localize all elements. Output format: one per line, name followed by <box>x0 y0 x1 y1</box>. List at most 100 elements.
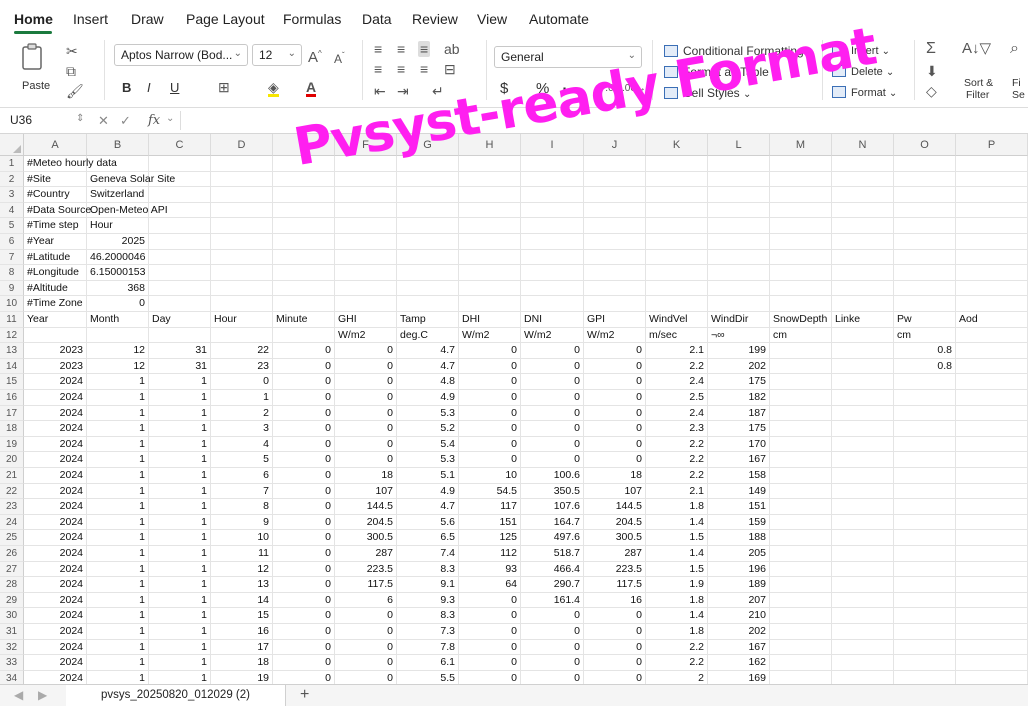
cell-b15[interactable]: 1 <box>87 374 149 390</box>
cell-h16[interactable]: 0 <box>459 390 521 406</box>
cell-p25[interactable] <box>956 530 1028 546</box>
cell-o4[interactable] <box>894 202 956 219</box>
cell-g5[interactable] <box>397 218 459 234</box>
cell-f20[interactable]: 0 <box>335 452 397 468</box>
cell-k34[interactable]: 2 <box>646 670 708 684</box>
cell-n33[interactable] <box>832 655 894 671</box>
cell-f34[interactable]: 0 <box>335 670 397 684</box>
cell-n12[interactable] <box>832 327 894 344</box>
cell-n18[interactable] <box>832 421 894 437</box>
cell-j11[interactable]: GPI <box>584 312 646 328</box>
cell-n28[interactable] <box>832 577 894 593</box>
cell-j3[interactable] <box>584 187 646 203</box>
cell-p23[interactable] <box>956 499 1028 515</box>
cell-p19[interactable] <box>956 436 1028 453</box>
cell-m14[interactable] <box>770 358 832 375</box>
cell-k3[interactable] <box>646 187 708 203</box>
cell-f4[interactable] <box>335 202 397 219</box>
cell-a15[interactable]: 2024 <box>24 374 87 390</box>
cell-c1[interactable] <box>149 156 211 172</box>
cell-a9[interactable]: #Altitude <box>24 280 87 297</box>
cell-c7[interactable] <box>149 249 211 266</box>
cell-n13[interactable] <box>832 343 894 359</box>
cell-f17[interactable]: 0 <box>335 405 397 422</box>
cell-d14[interactable]: 23 <box>211 358 273 375</box>
row-header[interactable]: 8 <box>0 265 24 281</box>
cell-n24[interactable] <box>832 514 894 531</box>
cell-l25[interactable]: 188 <box>708 530 770 546</box>
cell-m29[interactable] <box>770 592 832 609</box>
cell-g26[interactable]: 7.4 <box>397 546 459 562</box>
cell-l16[interactable]: 182 <box>708 390 770 406</box>
column-header-a[interactable]: A <box>24 134 87 156</box>
cell-o33[interactable] <box>894 655 956 671</box>
cell-b18[interactable]: 1 <box>87 421 149 437</box>
cell-o20[interactable] <box>894 452 956 468</box>
cell-m5[interactable] <box>770 218 832 234</box>
cell-l33[interactable]: 162 <box>708 655 770 671</box>
cell-k4[interactable] <box>646 202 708 219</box>
cell-c13[interactable]: 31 <box>149 343 211 359</box>
find-label-1[interactable]: Fi <box>1012 77 1021 89</box>
cell-n30[interactable] <box>832 608 894 624</box>
cell-k26[interactable]: 1.4 <box>646 546 708 562</box>
cell-g11[interactable]: Tamp <box>397 312 459 328</box>
cell-a17[interactable]: 2024 <box>24 405 87 422</box>
cell-f6[interactable] <box>335 234 397 250</box>
cell-h18[interactable]: 0 <box>459 421 521 437</box>
cell-b25[interactable]: 1 <box>87 530 149 546</box>
cell-e9[interactable] <box>273 280 335 297</box>
cell-l14[interactable]: 202 <box>708 358 770 375</box>
cell-a32[interactable]: 2024 <box>24 639 87 656</box>
cell-p13[interactable] <box>956 343 1028 359</box>
orientation-icon[interactable]: ab <box>444 42 460 56</box>
cell-e17[interactable]: 0 <box>273 405 335 422</box>
cell-m24[interactable] <box>770 514 832 531</box>
cell-a21[interactable]: 2024 <box>24 468 87 484</box>
cell-c33[interactable]: 1 <box>149 655 211 671</box>
align-top-icon[interactable]: ≡ <box>374 42 382 56</box>
cell-b12[interactable] <box>87 327 149 344</box>
cell-k25[interactable]: 1.5 <box>646 530 708 546</box>
cell-j32[interactable]: 0 <box>584 639 646 656</box>
cell-l19[interactable]: 170 <box>708 436 770 453</box>
cell-e22[interactable]: 0 <box>273 483 335 500</box>
fill-color-icon[interactable]: ◈ <box>268 80 279 97</box>
cell-b19[interactable]: 1 <box>87 436 149 453</box>
cell-g8[interactable] <box>397 265 459 281</box>
cell-d8[interactable] <box>211 265 273 281</box>
cell-b10[interactable]: 0 <box>87 296 149 312</box>
cell-c5[interactable] <box>149 218 211 234</box>
cell-e33[interactable]: 0 <box>273 655 335 671</box>
cell-g12[interactable]: deg.C <box>397 327 459 344</box>
cell-e12[interactable] <box>273 327 335 344</box>
column-header-g[interactable]: G <box>397 134 459 156</box>
cell-p9[interactable] <box>956 280 1028 297</box>
tab-data[interactable]: Data <box>362 11 392 27</box>
cell-d12[interactable] <box>211 327 273 344</box>
cell-k29[interactable]: 1.8 <box>646 592 708 609</box>
cell-n4[interactable] <box>832 202 894 219</box>
cell-f23[interactable]: 144.5 <box>335 499 397 515</box>
cell-j14[interactable]: 0 <box>584 358 646 375</box>
cell-f11[interactable]: GHI <box>335 312 397 328</box>
cell-h9[interactable] <box>459 280 521 297</box>
cell-i16[interactable]: 0 <box>521 390 584 406</box>
cell-n15[interactable] <box>832 374 894 390</box>
cell-k1[interactable] <box>646 156 708 172</box>
cell-p15[interactable] <box>956 374 1028 390</box>
name-box-stepper-icon[interactable]: ⇕ <box>76 113 84 124</box>
cell-k5[interactable] <box>646 218 708 234</box>
cell-d6[interactable] <box>211 234 273 250</box>
cell-h24[interactable]: 151 <box>459 514 521 531</box>
cell-l11[interactable]: WindDir <box>708 312 770 328</box>
cell-j28[interactable]: 117.5 <box>584 577 646 593</box>
cell-k19[interactable]: 2.2 <box>646 436 708 453</box>
cell-g15[interactable]: 4.8 <box>397 374 459 390</box>
cell-i32[interactable]: 0 <box>521 639 584 656</box>
cell-f19[interactable]: 0 <box>335 436 397 453</box>
cell-g22[interactable]: 4.9 <box>397 483 459 500</box>
cell-k23[interactable]: 1.8 <box>646 499 708 515</box>
align-center-icon[interactable]: ≡ <box>397 62 405 76</box>
cell-n29[interactable] <box>832 592 894 609</box>
